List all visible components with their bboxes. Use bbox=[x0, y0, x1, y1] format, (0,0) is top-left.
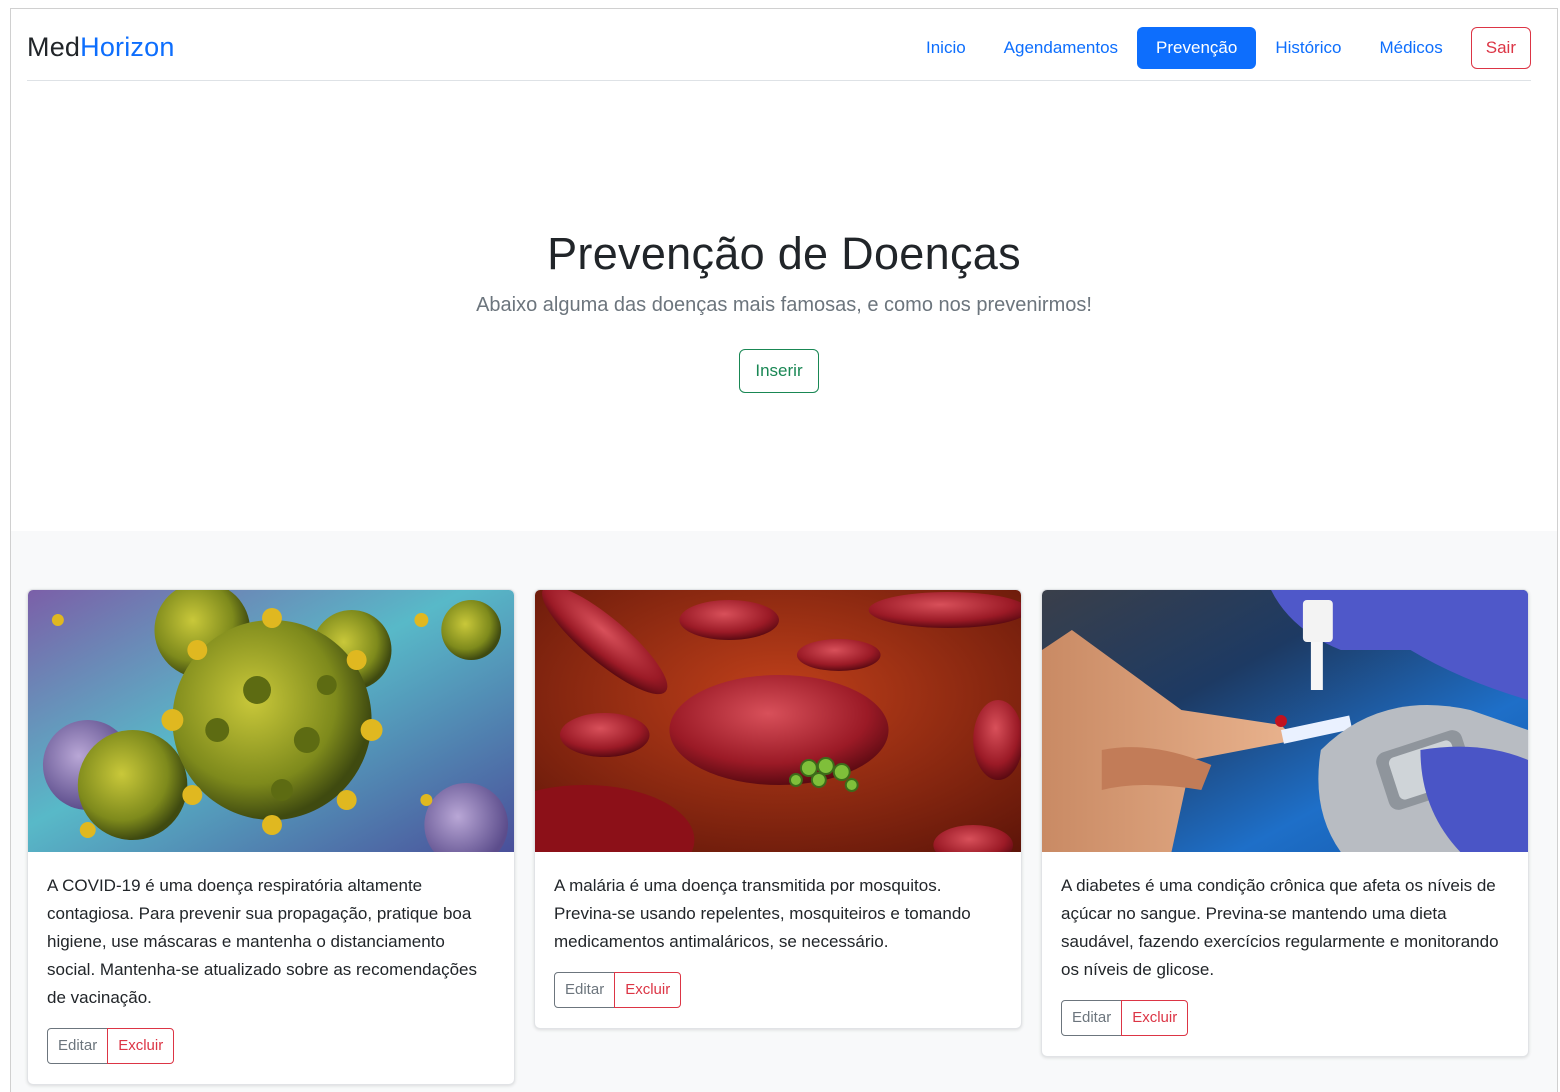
card-actions: Editar Excluir bbox=[1061, 1000, 1189, 1036]
insert-button[interactable]: Inserir bbox=[739, 349, 819, 393]
card-actions: Editar Excluir bbox=[554, 972, 682, 1008]
nav-link-prevencao[interactable]: Prevenção bbox=[1137, 26, 1257, 69]
brand-accent: Horizon bbox=[80, 32, 175, 62]
delete-button[interactable]: Excluir bbox=[107, 1028, 175, 1064]
page-subtitle: Abaixo alguma das doenças mais famosas, … bbox=[476, 294, 1092, 316]
logout-button[interactable]: Sair bbox=[1470, 26, 1531, 69]
nav-menu: Inicio Agendamentos Prevenção Histórico … bbox=[907, 26, 1531, 69]
coronavirus-image bbox=[28, 590, 514, 852]
page-title: Prevenção de Doenças bbox=[547, 228, 1021, 279]
edit-button[interactable]: Editar bbox=[554, 972, 616, 1008]
brand-prefix: Med bbox=[27, 32, 81, 62]
disease-card-diabetes: A diabetes é uma condição crônica que af… bbox=[1041, 589, 1529, 1057]
card-actions: Editar Excluir bbox=[47, 1028, 175, 1064]
edit-button[interactable]: Editar bbox=[47, 1028, 109, 1064]
nav-link-medicos[interactable]: Médicos bbox=[1360, 27, 1461, 69]
malaria-blood-cells-image bbox=[535, 590, 1021, 852]
delete-button[interactable]: Excluir bbox=[614, 972, 682, 1008]
disease-card-malaria: A malária é uma doença transmitida por m… bbox=[534, 589, 1022, 1029]
glucose-test-image bbox=[1042, 590, 1528, 852]
nav-link-inicio[interactable]: Inicio bbox=[907, 27, 985, 69]
card-text: A COVID-19 é uma doença respiratória alt… bbox=[47, 876, 477, 1007]
nav-link-agendamentos[interactable]: Agendamentos bbox=[985, 27, 1137, 69]
disease-card-covid: A COVID-19 é uma doença respiratória alt… bbox=[27, 589, 515, 1085]
navbar: MedHorizon Inicio Agendamentos Prevenção… bbox=[27, 15, 1531, 81]
nav-link-historico[interactable]: Histórico bbox=[1256, 27, 1360, 69]
card-text: A malária é uma doença transmitida por m… bbox=[554, 876, 971, 951]
card-text: A diabetes é uma condição crônica que af… bbox=[1061, 876, 1499, 979]
edit-button[interactable]: Editar bbox=[1061, 1000, 1123, 1036]
brand-logo[interactable]: MedHorizon bbox=[27, 32, 175, 63]
hero-section: Prevenção de Doenças Abaixo alguma das d… bbox=[11, 82, 1557, 530]
page-frame: MedHorizon Inicio Agendamentos Prevenção… bbox=[10, 8, 1558, 1092]
cards-section: A COVID-19 é uma doença respiratória alt… bbox=[11, 531, 1557, 1092]
delete-button[interactable]: Excluir bbox=[1121, 1000, 1189, 1036]
